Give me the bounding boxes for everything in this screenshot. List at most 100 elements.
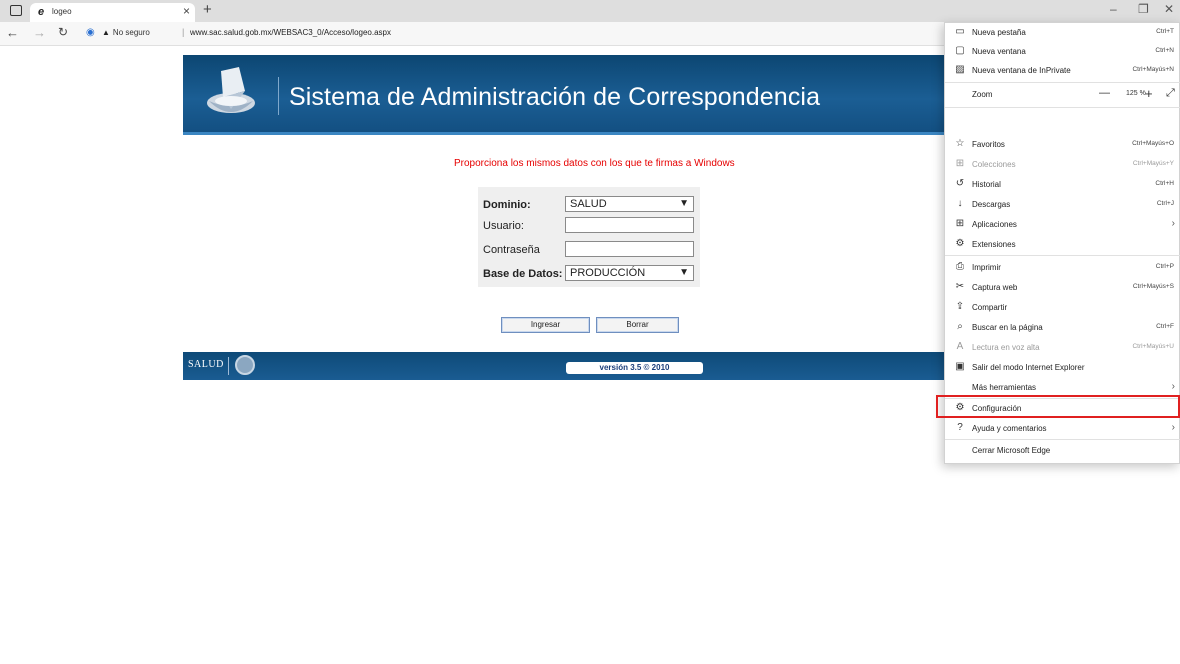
new-tab-icon[interactable]: + [203,1,212,18]
menu-item-extensions[interactable]: ⚙ Extensiones [945,235,1180,254]
menu-item-favorites[interactable]: ☆ Favoritos Ctrl+Mayús+O [945,135,1180,154]
menu-item-label: Cerrar Microsoft Edge [972,446,1051,455]
refresh-icon[interactable]: ↻ [58,25,68,39]
footer-divider [228,357,229,375]
domain-label: Dominio: [483,199,531,211]
menu-item-shortcut: Ctrl+Mayús+O [1132,140,1174,147]
web-capture-icon: ✂ [955,281,965,292]
menu-item-label: Favoritos [972,140,1005,149]
ie-mode-icon[interactable]: ◉ [86,27,95,38]
seal-icon [235,355,255,375]
window-close-icon[interactable]: ✕ [1164,2,1174,16]
menu-item-label: Descargas [972,200,1011,209]
menu-item-apps[interactable]: ⊞ Aplicaciones › [945,215,1180,234]
tab-actions-icon[interactable] [10,5,22,16]
fullscreen-icon[interactable]: ⤢ [1166,87,1175,100]
version-label: versión 3.5 © 2010 [566,362,703,374]
menu-item-label: Nueva ventana [972,47,1026,56]
forward-icon[interactable]: → [33,25,46,40]
menu-item-print[interactable]: ⎙ Imprimir Ctrl+P [945,258,1180,277]
user-label: Usuario: [483,220,524,232]
address-divider: | [182,27,185,37]
back-icon[interactable]: ← [6,25,19,40]
menu-item-history[interactable]: ↺ Historial Ctrl+H [945,175,1180,194]
menu-item-zoom: Zoom — 125 % + ⤢ [945,85,1180,106]
menu-item-shortcut: Ctrl+P [1155,263,1174,270]
menu-item-label: Lectura en voz alta [972,343,1040,352]
zoom-out-button[interactable]: — [1099,87,1110,99]
tab-bar: e logeo × + – ❐ ✕ [0,0,1180,22]
chevron-right-icon: › [1171,422,1175,433]
login-form: Dominio: SALUD ▼ Usuario: Contraseña Bas… [478,187,700,287]
login-button[interactable]: Ingresar [501,317,590,333]
menu-item-label: Captura web [972,283,1018,292]
menu-item-shortcut: Ctrl+Mayús+N [1132,66,1174,73]
menu-item-label: Ayuda y comentarios [972,424,1047,433]
downloads-icon: ↓ [957,198,963,209]
help-icon: ? [957,422,963,433]
apps-icon: ⊞ [955,218,965,229]
menu-item-label: Compartir [972,303,1008,312]
menu-item-collections[interactable]: ⊞ Colecciones Ctrl+Mayús+Y [945,155,1180,174]
chevron-right-icon: › [1171,218,1175,229]
extensions-icon: ⚙ [955,238,965,249]
menu-item-close-edge[interactable]: Cerrar Microsoft Edge [945,441,1180,460]
restore-icon[interactable]: ❐ [1138,2,1149,16]
user-input[interactable] [565,217,694,233]
menu-item-shortcut: Ctrl+N [1155,47,1174,54]
find-icon: ⌕ [957,321,963,332]
zoom-in-button[interactable]: + [1145,86,1153,101]
chevron-down-icon: ▼ [679,267,689,278]
banner-title: Sistema de Administración de Corresponde… [289,83,821,111]
share-icon: ⇪ [955,301,965,312]
menu-item-new-window[interactable]: ▢ Nueva ventana Ctrl+N [945,42,1180,61]
new-window-icon: ▢ [955,45,965,56]
menu-item-downloads[interactable]: ↓ Descargas Ctrl+J [945,195,1180,214]
minimize-icon[interactable]: – [1110,2,1117,16]
clear-button[interactable]: Borrar [596,317,679,333]
footer-bar: SALUD versión 3.5 © 2010 [183,352,945,380]
menu-item-label: Nueva pestaña [972,28,1026,37]
password-input[interactable] [565,241,694,257]
tab-logeo[interactable]: e logeo × [30,3,195,22]
footer-logo: SALUD [188,359,224,370]
domain-select[interactable]: SALUD ▼ [565,196,694,212]
database-label: Base de Datos: [483,268,563,280]
banner-divider [278,77,279,115]
menu-item-inprivate[interactable]: ▨ Nueva ventana de InPrivate Ctrl+Mayús+… [945,61,1180,80]
menu-item-label: Nueva ventana de InPrivate [972,66,1071,75]
menu-item-label: Más herramientas [972,383,1037,392]
database-select[interactable]: PRODUCCIÓN ▼ [565,265,694,281]
menu-item-help[interactable]: ? Ayuda y comentarios › [945,419,1180,438]
domain-value: SALUD [570,198,607,210]
menu-item-shortcut: Ctrl+J [1156,200,1174,207]
menu-item-find[interactable]: ⌕ Buscar en la página Ctrl+F [945,318,1180,337]
security-label: No seguro [112,28,150,37]
menu-divider [945,107,1180,108]
tab-title: logeo [52,7,72,16]
ie-favicon-icon: e [38,6,45,18]
warning-icon: ▲ [102,28,110,37]
menu-divider [945,82,1180,83]
menu-item-shortcut: Ctrl+T [1156,28,1174,35]
menu-item-exit-ie-mode[interactable]: ▣ Salir del modo Internet Explorer [945,358,1180,377]
site-security-info[interactable]: ▲ No seguro [102,28,150,37]
menu-item-label: Salir del modo Internet Explorer [972,363,1085,372]
header-banner: Sistema de Administración de Corresponde… [183,55,945,135]
new-tab-icon: ▭ [955,26,965,37]
tab-close-icon[interactable]: × [183,4,190,18]
login-instruction: Proporciona los mismos datos con los que… [454,158,735,169]
chevron-down-icon: ▼ [679,198,689,209]
menu-item-shortcut: Ctrl+F [1156,323,1174,330]
menu-item-label: Extensiones [972,240,1016,249]
menu-item-new-tab[interactable]: ▭ Nueva pestaña Ctrl+T [945,23,1180,42]
url-field[interactable]: www.sac.salud.gob.mx/WEBSAC3_0/Acceso/lo… [190,28,391,37]
menu-item-label: Buscar en la página [972,323,1043,332]
menu-item-web-capture[interactable]: ✂ Captura web Ctrl+Mayús+S [945,278,1180,297]
menu-item-share[interactable]: ⇪ Compartir [945,298,1180,317]
menu-item-label: Imprimir [972,263,1001,272]
menu-item-read-aloud[interactable]: A Lectura en voz alta Ctrl+Mayús+U [945,338,1180,357]
menu-item-shortcut: Ctrl+H [1155,180,1174,187]
menu-item-label: Colecciones [972,160,1016,169]
collections-icon: ⊞ [955,158,965,169]
